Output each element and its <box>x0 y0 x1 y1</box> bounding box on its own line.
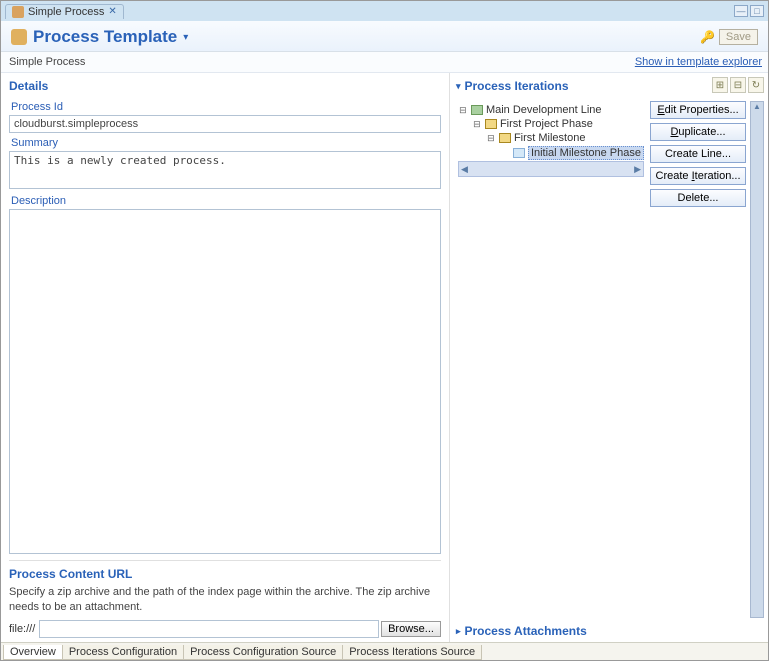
file-path-input[interactable] <box>39 620 379 638</box>
close-icon[interactable]: ✕ <box>108 6 116 17</box>
pcurl-description: Specify a zip archive and the path of th… <box>9 585 441 614</box>
tab-overview[interactable]: Overview <box>3 645 63 660</box>
processid-label: Process Id <box>11 101 441 113</box>
tab-process-configuration-source[interactable]: Process Configuration Source <box>183 645 343 660</box>
duplicate-button[interactable]: Duplicate... <box>650 123 746 141</box>
minimize-icon[interactable]: — <box>734 5 748 17</box>
tree-label: First Project Phase <box>500 118 593 130</box>
process-icon <box>12 6 24 18</box>
edit-properties-button[interactable]: Edit Properties... <box>650 101 746 119</box>
milestone-icon <box>499 133 511 143</box>
details-section-title: Details <box>9 79 441 93</box>
dev-line-icon <box>471 105 483 115</box>
editor-tab-strip: Simple Process ✕ — □ <box>1 1 768 21</box>
save-button[interactable]: Save <box>719 29 758 45</box>
attachments-section-title[interactable]: ▸ Process Attachments <box>456 624 764 638</box>
tab-process-iterations-source[interactable]: Process Iterations Source <box>342 645 482 660</box>
file-prefix-label: file:/// <box>9 623 35 635</box>
chevron-down-icon[interactable]: ▾ <box>183 32 188 43</box>
delete-button[interactable]: Delete... <box>650 189 746 207</box>
tree-toggle-icon[interactable]: ⊟ <box>458 105 468 116</box>
attachments-label: Process Attachments <box>464 624 586 638</box>
tree-label-selected: Initial Milestone Phase <box>528 146 644 160</box>
collapse-icon[interactable]: ▾ <box>456 81 461 92</box>
refresh-icon[interactable]: ↻ <box>748 77 764 93</box>
phase-icon <box>485 119 497 129</box>
iterations-label: Process Iterations <box>464 79 568 93</box>
editor-header: Process Template ▾ 🔑 Save <box>1 21 768 52</box>
summary-label: Summary <box>11 137 441 149</box>
bottom-tab-strip: Overview Process Configuration Process C… <box>1 642 768 660</box>
tab-title: Simple Process <box>28 6 104 18</box>
pcurl-section-title: Process Content URL <box>9 560 441 581</box>
iterations-tree[interactable]: ⊟ Main Development Line ⊟ First Project … <box>456 101 646 618</box>
vertical-scrollbar[interactable]: ▲ <box>750 101 764 618</box>
description-textarea[interactable] <box>9 209 441 555</box>
maximize-icon[interactable]: □ <box>750 5 764 17</box>
editor-tab[interactable]: Simple Process ✕ <box>5 4 124 19</box>
description-label: Description <box>11 195 441 207</box>
tree-row[interactable]: · Initial Milestone Phase <box>500 145 644 161</box>
tree-toggle-icon[interactable]: ⊟ <box>472 119 482 130</box>
create-line-button[interactable]: Create Line... <box>650 145 746 163</box>
summary-textarea[interactable] <box>9 151 441 189</box>
template-explorer-link[interactable]: Show in template explorer <box>635 56 762 68</box>
tab-process-configuration[interactable]: Process Configuration <box>62 645 184 660</box>
create-iteration-button[interactable]: Create Iteration... <box>650 167 746 185</box>
key-icon[interactable]: 🔑 <box>700 30 715 44</box>
browse-button[interactable]: Browse... <box>381 621 441 637</box>
template-icon <box>11 29 27 45</box>
tree-label: First Milestone <box>514 132 586 144</box>
tree-toggle-icon[interactable]: ⊟ <box>486 133 496 144</box>
tree-row[interactable]: ⊟ Main Development Line <box>458 103 644 117</box>
tree-row[interactable]: ⊟ First Project Phase <box>472 117 644 131</box>
collapse-all-icon[interactable]: ⊟ <box>730 77 746 93</box>
expand-icon[interactable]: ▸ <box>456 626 461 637</box>
page-title: Process Template <box>33 27 177 47</box>
tree-label: Main Development Line <box>486 104 602 116</box>
horizontal-scrollbar[interactable]: ◀▶ <box>458 161 644 177</box>
expand-all-icon[interactable]: ⊞ <box>712 77 728 93</box>
tree-row[interactable]: ⊟ First Milestone <box>486 131 644 145</box>
template-name-input[interactable] <box>7 54 635 70</box>
iteration-icon <box>513 148 525 158</box>
processid-input[interactable] <box>9 115 441 133</box>
